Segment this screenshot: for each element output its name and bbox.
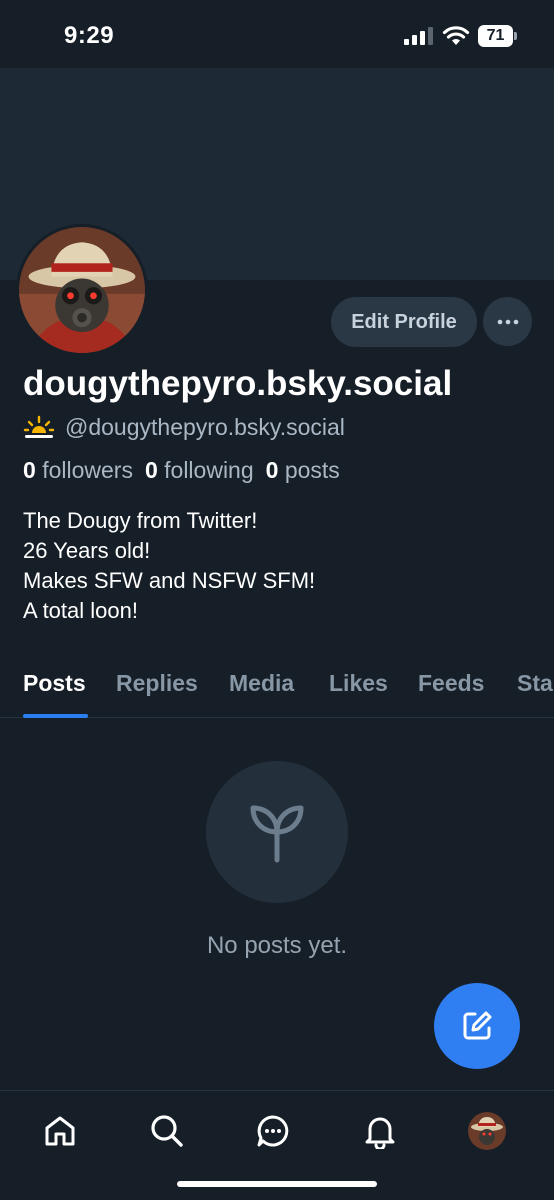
compose-button[interactable] [434, 983, 520, 1069]
profile-bio: The Dougy from Twitter! 26 Years old! Ma… [23, 506, 315, 626]
wifi-icon [442, 26, 470, 45]
status-bar: 9:29 71 [0, 0, 554, 68]
following-stat[interactable]: 0 following [145, 457, 254, 484]
bio-line: Makes SFW and NSFW SFM! [23, 568, 316, 593]
nav-chat[interactable] [253, 1111, 293, 1151]
nav-notifications[interactable] [360, 1111, 400, 1151]
avatar-image [19, 227, 145, 353]
followers-count: 0 [23, 457, 36, 483]
chat-icon [257, 1115, 289, 1147]
nav-profile[interactable] [467, 1111, 507, 1151]
profile-stats: 0 followers 0 following 0 posts [23, 457, 352, 484]
edit-profile-button[interactable]: Edit Profile [331, 297, 477, 347]
compose-icon [463, 1011, 492, 1040]
bell-icon [365, 1117, 395, 1149]
display-name: dougythepyro.bsky.social [23, 364, 453, 403]
active-tab-indicator [23, 714, 88, 718]
followers-stat[interactable]: 0 followers [23, 457, 133, 484]
sunrise-icon [23, 415, 55, 438]
home-icon [45, 1116, 75, 1146]
followers-label: followers [42, 457, 133, 483]
cellular-signal-icon [404, 27, 433, 45]
tab-feeds[interactable]: Feeds [418, 670, 484, 697]
nav-profile-avatar [468, 1112, 506, 1150]
following-count: 0 [144, 457, 158, 483]
search-icon [151, 1115, 183, 1147]
tab-posts[interactable]: Posts [23, 670, 86, 697]
posts-count: 0 [265, 457, 279, 483]
bio-line: 26 Years old! [23, 538, 151, 563]
empty-state-text: No posts yet. [206, 932, 348, 959]
more-horizontal-icon [497, 319, 518, 324]
tab-likes[interactable]: Likes [329, 670, 388, 697]
more-options-button[interactable] [483, 297, 532, 346]
bio-line: A total loon! [23, 598, 138, 623]
sprout-icon [250, 805, 304, 863]
empty-state-icon-circle [206, 761, 348, 903]
following-label: following [164, 457, 254, 483]
battery-level: 71 [478, 25, 513, 47]
nav-search[interactable] [147, 1111, 187, 1151]
bio-line: The Dougy from Twitter! [23, 508, 258, 533]
tab-starter-packs[interactable]: Sta [517, 670, 553, 697]
profile-avatar[interactable] [16, 224, 148, 356]
posts-stat: 0 posts [266, 457, 340, 484]
battery-indicator: 71 [478, 25, 518, 47]
tab-media[interactable]: Media [229, 670, 294, 697]
nav-home[interactable] [40, 1111, 80, 1151]
handle-row: @dougythepyro.bsky.social [23, 413, 345, 441]
status-time: 9:29 [64, 22, 115, 49]
posts-label: posts [284, 457, 340, 483]
home-indicator [177, 1181, 377, 1187]
profile-handle: @dougythepyro.bsky.social [65, 413, 345, 440]
profile-tabs: Posts Replies Media Likes Feeds Sta [0, 664, 554, 718]
tab-replies[interactable]: Replies [116, 670, 198, 697]
